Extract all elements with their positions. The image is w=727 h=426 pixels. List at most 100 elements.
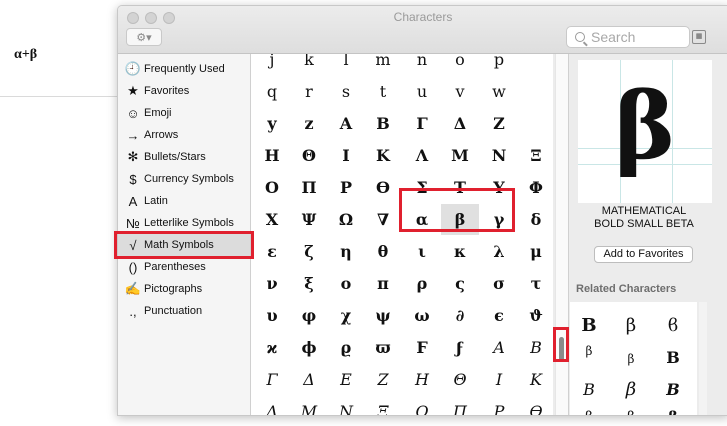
character-cell[interactable]: Δ [290, 364, 328, 395]
character-cell[interactable]: N [480, 140, 518, 171]
character-cell[interactable]: υ [253, 300, 291, 331]
character-cell[interactable]: o [441, 54, 479, 75]
character-cell[interactable]: ∂ [441, 300, 479, 331]
grid-view-icon[interactable]: ▦ [692, 30, 706, 44]
character-cell[interactable]: j [253, 54, 291, 75]
related-character[interactable]: β [612, 402, 650, 415]
character-cell[interactable]: K [364, 140, 402, 171]
character-cell[interactable]: ϕ [290, 332, 328, 363]
character-cell[interactable]: Π [290, 172, 328, 203]
character-cell[interactable]: γ [480, 204, 518, 235]
character-cell[interactable]: Ψ [290, 204, 328, 235]
related-character[interactable]: β [570, 336, 608, 366]
add-to-favorites-button[interactable]: Add to Favorites [594, 246, 693, 263]
sidebar-item-currency-symbols[interactable]: $ Currency Symbols [118, 168, 250, 190]
character-cell[interactable]: l [327, 54, 365, 75]
character-cell[interactable]: Φ [517, 172, 553, 203]
character-cell[interactable]: ϵ [480, 300, 518, 331]
character-cell[interactable]: r [290, 76, 328, 107]
character-cell[interactable]: E [327, 364, 365, 395]
sidebar-item-latin[interactable]: A Latin [118, 190, 250, 212]
character-cell[interactable]: λ [480, 236, 518, 267]
character-cell[interactable]: ν [253, 268, 291, 299]
character-cell[interactable]: Θ [441, 364, 479, 395]
character-cell[interactable]: Υ [480, 172, 518, 203]
search-input[interactable]: Search [566, 26, 690, 48]
character-cell[interactable]: π [364, 268, 402, 299]
related-character[interactable]: β [612, 344, 650, 374]
character-cell[interactable]: q [253, 76, 291, 107]
character-cell[interactable]: z [290, 108, 328, 139]
character-cell[interactable]: ϑ [517, 300, 553, 331]
character-cell[interactable]: Λ [253, 396, 291, 415]
character-cell[interactable]: T [441, 172, 479, 203]
character-cell[interactable]: p [480, 54, 518, 75]
character-cell[interactable]: σ [480, 268, 518, 299]
character-cell[interactable]: B [517, 332, 553, 363]
character-cell[interactable]: y [253, 108, 291, 139]
character-cell[interactable]: Π [441, 396, 479, 415]
gear-menu-button[interactable]: ⚙▾ [126, 28, 162, 46]
character-cell[interactable]: ϴ [517, 396, 553, 415]
character-cell[interactable]: P [480, 396, 518, 415]
grid-scroll-thumb[interactable] [559, 337, 564, 361]
character-cell[interactable]: A [480, 332, 518, 363]
sidebar-item-favorites[interactable]: ★ Favorites [118, 80, 250, 102]
character-cell[interactable]: P [327, 172, 365, 203]
character-cell[interactable]: n [403, 54, 441, 75]
character-cell[interactable]: Δ [441, 108, 479, 139]
character-cell[interactable]: ϝ [441, 332, 479, 363]
character-cell[interactable]: w [480, 76, 518, 107]
related-character[interactable]: β [654, 402, 692, 415]
character-cell[interactable]: H [253, 140, 291, 171]
character-cell[interactable]: Γ [403, 108, 441, 139]
sidebar-item-frequently-used[interactable]: 🕘 Frequently Used [118, 58, 250, 80]
character-cell[interactable]: μ [517, 236, 553, 267]
character-cell[interactable]: ∇ [364, 204, 402, 235]
related-character[interactable]: β [612, 374, 650, 404]
character-cell[interactable]: Z [364, 364, 402, 395]
character-cell[interactable]: α [403, 204, 441, 235]
character-cell[interactable]: Λ [403, 140, 441, 171]
character-cell[interactable]: κ [441, 236, 479, 267]
sidebar-item-bullets-stars[interactable]: ✻ Bullets/Stars [118, 146, 250, 168]
character-cell[interactable]: N [327, 396, 365, 415]
character-cell[interactable]: ω [403, 300, 441, 331]
character-cell[interactable]: O [253, 172, 291, 203]
character-cell[interactable]: X [253, 204, 291, 235]
character-cell[interactable]: k [290, 54, 328, 75]
character-cell[interactable]: s [327, 76, 365, 107]
character-cell[interactable]: δ [517, 204, 553, 235]
character-cell[interactable]: I [327, 140, 365, 171]
selected-character-cell[interactable]: β [441, 204, 479, 235]
character-cell[interactable]: ι [403, 236, 441, 267]
character-cell[interactable]: ψ [364, 300, 402, 331]
related-character[interactable]: B [654, 342, 692, 372]
character-cell[interactable]: Z [480, 108, 518, 139]
character-cell[interactable]: ζ [290, 236, 328, 267]
sidebar-item-math-symbols[interactable]: √ Math Symbols [118, 234, 250, 256]
character-cell[interactable]: ε [253, 236, 291, 267]
character-cell[interactable]: M [441, 140, 479, 171]
character-cell[interactable]: ϰ [253, 332, 291, 363]
character-cell[interactable]: H [403, 364, 441, 395]
character-cell[interactable]: t [364, 76, 402, 107]
character-cell[interactable]: B [364, 108, 402, 139]
character-cell[interactable]: m [364, 54, 402, 75]
character-cell[interactable]: O [403, 396, 441, 415]
related-character[interactable]: ϐ [654, 310, 692, 340]
related-character[interactable]: B [570, 374, 608, 404]
sidebar-item-arrows[interactable]: → Arrows [118, 124, 250, 146]
character-cell[interactable]: u [403, 76, 441, 107]
character-cell[interactable]: ρ [403, 268, 441, 299]
character-cell[interactable]: ϱ [327, 332, 365, 363]
character-cell[interactable]: ϖ [364, 332, 402, 363]
character-cell[interactable]: Σ [403, 172, 441, 203]
document-text[interactable]: α+β [14, 47, 37, 63]
character-cell[interactable]: v [441, 76, 479, 107]
sidebar-item-letterlike-symbols[interactable]: № Letterlike Symbols [118, 212, 250, 234]
character-cell[interactable]: I [480, 364, 518, 395]
sidebar-item-emoji[interactable]: ☺ Emoji [118, 102, 250, 124]
character-cell[interactable]: K [517, 364, 553, 395]
character-cell[interactable]: φ [290, 300, 328, 331]
